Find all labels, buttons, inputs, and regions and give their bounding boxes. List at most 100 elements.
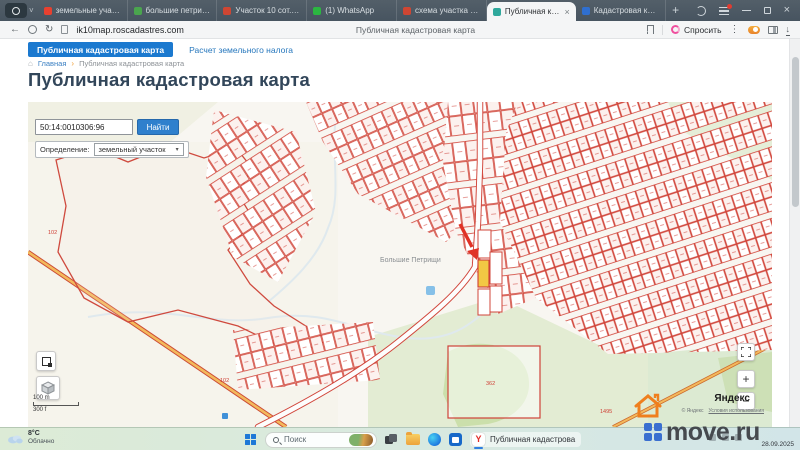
- extension-icon[interactable]: [747, 25, 760, 34]
- weather-condition: Облачно: [28, 438, 55, 445]
- tab-favicon: [313, 6, 322, 15]
- start-button[interactable]: [245, 433, 257, 446]
- screen: ˅ земельные участки большие петрищи Учас…: [0, 0, 800, 450]
- measure-area-button[interactable]: [36, 351, 56, 371]
- tab-label: большие петрищи: [145, 6, 211, 15]
- site-info-icon[interactable]: [61, 25, 69, 34]
- search-highlight-image[interactable]: [349, 433, 373, 446]
- ai-icon: [670, 25, 680, 34]
- window-controls: ×: [686, 0, 800, 21]
- taskbar-search[interactable]: Поиск: [265, 431, 377, 448]
- cloud-icon: [8, 435, 23, 443]
- parcel-label: 362: [486, 381, 495, 387]
- search-icon: [273, 436, 279, 443]
- page-title-in-bar: Публичная кадастровая карта: [355, 24, 476, 35]
- file-explorer-button[interactable]: [406, 432, 420, 445]
- tray-icon[interactable]: [722, 434, 729, 441]
- maximize-button[interactable]: [763, 7, 771, 14]
- tab-label: схема участка по к: [415, 6, 480, 15]
- tab-4[interactable]: (1) WhatsApp: [307, 0, 398, 21]
- site-nav: Публичная кадастровая карта Расчет земел…: [28, 42, 293, 57]
- bookmark-icon[interactable]: [646, 25, 654, 34]
- tab-label: Участок 10 сот. 06: [235, 6, 301, 15]
- scrollbar-thumb[interactable]: [792, 57, 799, 207]
- tab-favicon: [43, 6, 52, 15]
- tray-icon[interactable]: [709, 434, 716, 441]
- url-text[interactable]: ik10map.roscadastres.com: [76, 25, 184, 35]
- tray-icon[interactable]: [735, 434, 742, 441]
- back-icon[interactable]: ←: [10, 21, 20, 39]
- tab-7[interactable]: Кадастровая карта: [576, 0, 666, 21]
- page-scrollbar[interactable]: [789, 39, 800, 427]
- browser-assistant-icon[interactable]: [695, 5, 706, 16]
- copyright-text: © Яндекс: [681, 408, 704, 414]
- browser-menu-icon[interactable]: [718, 3, 732, 15]
- new-tab-button[interactable]: +: [666, 0, 686, 21]
- browser-tab-bar: ˅ земельные участки большие петрищи Учас…: [0, 0, 800, 21]
- tab-favicon: [133, 6, 142, 15]
- tab-favicon: [403, 6, 412, 15]
- task-view-button[interactable]: [385, 434, 398, 445]
- taskbar-date[interactable]: 28.09.2025: [761, 441, 794, 448]
- definition-filter: Определение: земельный участок ▾: [35, 141, 189, 158]
- tab-favicon: [492, 7, 501, 16]
- yandex-browser-icon: Y: [472, 433, 485, 449]
- active-app-button[interactable]: Y Публичная кадастрова: [470, 432, 582, 449]
- tab-label: (1) WhatsApp: [325, 6, 375, 15]
- refresh-icon[interactable]: ↻: [45, 21, 53, 39]
- fullscreen-button[interactable]: [737, 343, 755, 361]
- edge-browser-button[interactable]: [428, 433, 441, 446]
- tab-active[interactable]: Публичная када ×: [486, 2, 576, 21]
- selected-option: земельный участок: [98, 145, 166, 154]
- download-icon[interactable]: ↓: [785, 24, 790, 36]
- breadcrumb-home-link[interactable]: Главная: [38, 59, 67, 68]
- close-tab-icon[interactable]: ×: [564, 7, 569, 17]
- cadastral-number-input[interactable]: [35, 119, 133, 135]
- web-page: Публичная кадастровая карта Расчет земел…: [0, 39, 788, 427]
- more-menu-icon[interactable]: ⋮: [730, 21, 740, 39]
- ask-label: Спросить: [683, 24, 722, 35]
- taskbar-center: Поиск Y Публичная кадастрова: [245, 428, 582, 450]
- tab-2[interactable]: большие петрищи: [128, 0, 218, 21]
- tab-1[interactable]: земельные участки: [38, 0, 128, 21]
- zoom-in-button[interactable]: +: [737, 370, 755, 388]
- terms-link[interactable]: Условия использования: [709, 408, 765, 414]
- ask-ai-button[interactable]: Спросить: [670, 24, 722, 35]
- tab-groups-button[interactable]: [5, 3, 27, 18]
- tab-favicon: [223, 6, 232, 15]
- weather-widget[interactable]: 8°C Облачно: [7, 430, 54, 446]
- nav-public-map[interactable]: Публичная кадастровая карта: [28, 42, 174, 57]
- object-type-select[interactable]: земельный участок ▾: [93, 143, 184, 156]
- close-window-button[interactable]: ×: [784, 0, 790, 21]
- page-title: Публичная кадастровая карта: [28, 69, 311, 90]
- area-icon: [41, 356, 52, 367]
- browser-logo-icon[interactable]: [28, 25, 37, 34]
- notification-badge: [726, 3, 732, 9]
- fullscreen-icon: [741, 347, 751, 357]
- scale-bar: [33, 402, 79, 406]
- system-tray[interactable]: [709, 434, 742, 441]
- tab-3[interactable]: Участок 10 сот. 06: [217, 0, 308, 21]
- scale-imperial: 300 f: [33, 407, 47, 413]
- find-button[interactable]: Найти: [137, 119, 179, 135]
- store-button[interactable]: [449, 433, 462, 446]
- side-panel-icon[interactable]: [767, 25, 778, 34]
- cube-icon: [41, 381, 55, 395]
- minimize-button[interactable]: [741, 9, 751, 12]
- map-attribution: © Яндекс Условия использования: [682, 408, 764, 414]
- tab-label: Кадастровая карта: [593, 6, 659, 15]
- chevron-down-icon[interactable]: ˅: [29, 0, 34, 21]
- breadcrumb: ⌂ Главная › Публичная кадастровая карта: [28, 59, 184, 68]
- scale-metric: 100 m: [33, 395, 50, 401]
- divider: [661, 24, 663, 35]
- tab-groups-icon: [12, 6, 20, 15]
- tab-5[interactable]: схема участка по к: [397, 0, 487, 21]
- active-app-label: Публичная кадастрова: [490, 435, 576, 444]
- parcel-label: 102: [48, 230, 57, 236]
- tab-label: Публичная када: [504, 7, 561, 16]
- taskbar: 8°C Облачно Поиск Y Публичная кадастрова…: [0, 427, 800, 450]
- cadastral-map[interactable]: 102 102 362 1495 Большие Петрищи Найти О…: [28, 102, 772, 427]
- nav-land-tax[interactable]: Расчет земельного налога: [189, 45, 293, 55]
- search-placeholder: Поиск: [284, 435, 307, 444]
- map-scale: 100 m 300 f: [33, 395, 79, 413]
